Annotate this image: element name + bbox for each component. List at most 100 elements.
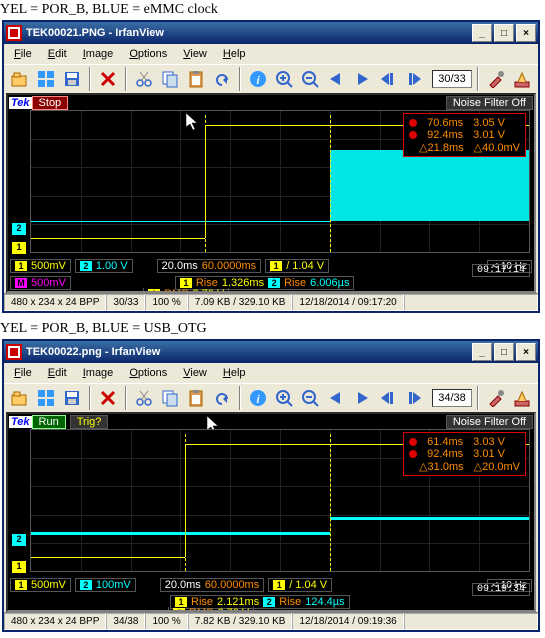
- image-counter[interactable]: 30/33: [432, 70, 472, 88]
- zoom-in-button[interactable]: [272, 67, 296, 91]
- status-zoom: 100 %: [145, 613, 187, 630]
- ch1-box: 1500mV: [10, 259, 71, 273]
- ch2-marker: 2: [12, 534, 26, 546]
- menu-options[interactable]: Options: [123, 365, 173, 381]
- toolbar: i 30/33: [4, 64, 538, 93]
- minimize-button[interactable]: _: [472, 24, 492, 42]
- scope-display: Tek Run Trig? Noise Filter Off 1 2 61.4m…: [6, 412, 536, 612]
- trigger-box: 1/ 1.04 V: [268, 578, 332, 592]
- zoom-out-button[interactable]: [298, 67, 322, 91]
- status-size: 7.82 KB / 329.10 KB: [188, 613, 293, 630]
- app-icon: [6, 344, 22, 360]
- status-idx: 30/33: [106, 294, 145, 311]
- next-button[interactable]: [350, 386, 374, 410]
- rms-row: 1RMS2.70 V: [143, 288, 229, 293]
- menu-file[interactable]: File: [8, 365, 38, 381]
- status-spacer: [404, 613, 538, 630]
- open-button[interactable]: [8, 386, 32, 410]
- info-button[interactable]: i: [246, 67, 270, 91]
- delete-button[interactable]: [96, 67, 120, 91]
- next-page-button[interactable]: [402, 67, 426, 91]
- tek-logo: Tek: [9, 416, 32, 428]
- cut-button[interactable]: [132, 67, 156, 91]
- statusbar: 480 x 234 x 24 BPP 30/33 100 % 7.09 KB /…: [4, 293, 538, 311]
- noise-filter-label: Noise Filter Off: [446, 415, 533, 429]
- prev-button[interactable]: [324, 67, 348, 91]
- next-button[interactable]: [350, 67, 374, 91]
- zoom-out-button[interactable]: [298, 386, 322, 410]
- cut-button[interactable]: [132, 386, 156, 410]
- cursor-readout: 70.6ms3.05 V 92.4ms3.01 V △21.8ms△40.0mV: [403, 113, 526, 157]
- scope-readouts-row2: M500mV 1Rise1.326ms2Rise6.006µs: [10, 277, 532, 289]
- menu-file[interactable]: File: [8, 46, 38, 62]
- thumbnail-button[interactable]: [34, 386, 58, 410]
- trig-status: Trig?: [70, 415, 109, 429]
- tek-logo: Tek: [9, 97, 32, 109]
- scope-clock: 09:19:34: [472, 583, 530, 596]
- image-counter[interactable]: 34/38: [432, 389, 472, 407]
- window-title: TEK00022.png - IrfanView: [26, 346, 472, 358]
- paste-button[interactable]: [184, 386, 208, 410]
- window-title: TEK00021.PNG - IrfanView: [26, 27, 472, 39]
- caption-1: YEL = POR_B, BLUE = eMMC clock: [0, 0, 545, 20]
- menu-help[interactable]: Help: [217, 365, 252, 381]
- undo-button[interactable]: [210, 67, 234, 91]
- tool-button[interactable]: [484, 386, 508, 410]
- save-button[interactable]: [60, 67, 84, 91]
- menu-edit[interactable]: Edit: [42, 365, 73, 381]
- prev-page-button[interactable]: [376, 386, 400, 410]
- status-date: 12/18/2014 / 09:19:36: [292, 613, 403, 630]
- menubar: File Edit Image Options View Help: [4, 363, 538, 383]
- prev-button[interactable]: [324, 386, 348, 410]
- minimize-button[interactable]: _: [472, 343, 492, 361]
- noise-filter-label: Noise Filter Off: [446, 96, 533, 110]
- toolbar: i 34/38: [4, 383, 538, 412]
- menu-view[interactable]: View: [177, 46, 213, 62]
- scope-clock: 09:17:14: [472, 264, 530, 277]
- maximize-button[interactable]: □: [494, 24, 514, 42]
- titlebar[interactable]: TEK00021.PNG - IrfanView _ □ ×: [4, 22, 538, 44]
- undo-button[interactable]: [210, 386, 234, 410]
- cursor-readout: 61.4ms3.03 V 92.4ms3.01 V △31.0ms△20.0mV: [403, 432, 526, 476]
- maximize-button[interactable]: □: [494, 343, 514, 361]
- ch2-box: 2100mV: [75, 578, 136, 592]
- irfanview-window-2: TEK00022.png - IrfanView _ □ × File Edit…: [2, 339, 540, 632]
- titlebar[interactable]: TEK00022.png - IrfanView _ □ ×: [4, 341, 538, 363]
- tool-button[interactable]: [484, 67, 508, 91]
- menu-view[interactable]: View: [177, 365, 213, 381]
- menu-help[interactable]: Help: [217, 46, 252, 62]
- menu-options[interactable]: Options: [123, 46, 173, 62]
- close-button[interactable]: ×: [516, 343, 536, 361]
- menu-image[interactable]: Image: [77, 365, 120, 381]
- rms-row: 1RMS2.70 V: [168, 607, 254, 612]
- ch2-marker: 2: [12, 223, 26, 235]
- status-idx: 34/38: [106, 613, 145, 630]
- chM-box: M500mV: [10, 276, 71, 290]
- next-page-button[interactable]: [402, 386, 426, 410]
- menu-edit[interactable]: Edit: [42, 46, 73, 62]
- info-button[interactable]: i: [246, 386, 270, 410]
- scope-readouts-row2: 1Rise2.121ms2Rise124.4µs: [10, 596, 532, 608]
- paste-button[interactable]: [184, 67, 208, 91]
- close-button[interactable]: ×: [516, 24, 536, 42]
- timebase-box: 20.0ms60.0000ms: [157, 259, 262, 273]
- status-zoom: 100 %: [145, 294, 187, 311]
- settings-button[interactable]: [510, 67, 534, 91]
- menu-image[interactable]: Image: [77, 46, 120, 62]
- save-button[interactable]: [60, 386, 84, 410]
- trigger-box: 1/ 1.04 V: [265, 259, 329, 273]
- copy-button[interactable]: [158, 386, 182, 410]
- status-dims: 480 x 234 x 24 BPP: [4, 613, 106, 630]
- acquisition-state: Stop: [32, 96, 69, 110]
- status-date: 12/18/2014 / 09:17:20: [292, 294, 403, 311]
- open-button[interactable]: [8, 67, 32, 91]
- settings-button[interactable]: [510, 386, 534, 410]
- scope-readouts-row1: 1500mV 21.00 V 20.0ms60.0000ms 1/ 1.04 V…: [10, 255, 532, 277]
- menubar: File Edit Image Options View Help: [4, 44, 538, 64]
- copy-button[interactable]: [158, 67, 182, 91]
- status-dims: 480 x 234 x 24 BPP: [4, 294, 106, 311]
- prev-page-button[interactable]: [376, 67, 400, 91]
- delete-button[interactable]: [96, 386, 120, 410]
- zoom-in-button[interactable]: [272, 386, 296, 410]
- thumbnail-button[interactable]: [34, 67, 58, 91]
